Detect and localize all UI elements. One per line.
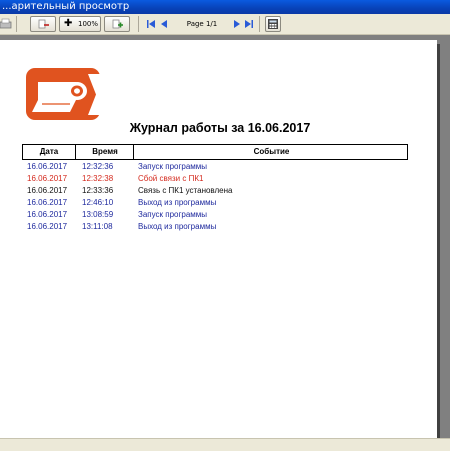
toolbar-separator [138,16,139,32]
calculator-icon [268,19,278,29]
row-event: Выход из программы [138,198,217,207]
table-row: 16.06.2017 12:46:10 Выход из программы [0,197,437,209]
first-page-button[interactable] [146,16,156,32]
preview-area[interactable]: Журнал работы за 16.06.2017 Дата Время С… [0,35,450,438]
zoom-level-button[interactable]: ✚ 100% [59,16,101,32]
printer-icon[interactable] [0,16,12,32]
row-date: 16.06.2017 [27,174,68,183]
zoom-out-icon [38,19,49,29]
calculator-button[interactable] [265,16,281,32]
table-row: 16.06.2017 13:08:59 Запуск программы [0,209,437,221]
next-page-icon [234,20,240,28]
row-date: 16.06.2017 [27,222,68,231]
row-time: 13:08:59 [82,210,114,219]
row-event: Связь с ПК1 установлена [138,186,233,195]
toolbar-separator [16,16,17,32]
row-event: Выход из программы [138,222,217,231]
horizontal-scrollbar[interactable] [0,438,450,451]
row-event: Сбой связи с ПК1 [138,174,204,183]
row-time: 12:32:38 [82,174,114,183]
table-row: 16.06.2017 13:11:08 Выход из программы [0,221,437,233]
row-time: 13:11:08 [82,222,113,231]
table-row: 16.06.2017 12:32:36 Запуск программы [0,161,437,173]
log-table: 16.06.2017 12:32:36 Запуск программы 16.… [0,161,437,233]
prev-page-icon [161,20,167,28]
zoom-in-button[interactable] [104,16,130,32]
first-page-icon [147,20,155,28]
row-time: 12:33:36 [82,186,114,195]
row-date: 16.06.2017 [27,198,68,207]
column-header-time: Время [75,145,134,159]
row-event: Запуск программы [138,210,208,219]
row-date: 16.06.2017 [27,162,68,171]
last-page-button[interactable] [244,16,254,32]
report-title: Журнал работы за 16.06.2017 [129,121,311,135]
row-date: 16.06.2017 [27,210,68,219]
zoom-level-label: 100% [78,20,99,28]
column-header-date: Дата [39,147,59,156]
preview-toolbar: ✚ 100% Page 1/1 [0,14,450,35]
row-date: 16.06.2017 [27,186,68,195]
next-page-button[interactable] [232,16,242,32]
zoom-in-icon [112,19,123,29]
zoom-out-button[interactable] [30,16,56,32]
window-titlebar: ...арительный просмотр [0,0,450,14]
page-indicator: Page 1/1 [186,20,218,28]
zoom-pin-icon: ✚ [64,18,73,29]
report-page: Журнал работы за 16.06.2017 Дата Время С… [0,40,437,438]
row-time: 12:32:36 [82,162,114,171]
table-row: 16.06.2017 12:32:38 Сбой связи с ПК1 [0,173,437,185]
table-header: Дата Время Событие [22,144,408,160]
page-shadow [437,44,440,438]
window-title: ...арительный просмотр [2,1,130,12]
last-page-icon [245,20,253,28]
toolbar-separator [259,16,260,32]
column-header-event: Событие [133,145,409,159]
row-time: 12:46:10 [82,198,114,207]
prev-page-button[interactable] [159,16,169,32]
row-event: Запуск программы [138,162,208,171]
company-logo [24,66,104,123]
table-row: 16.06.2017 12:33:36 Связь с ПК1 установл… [0,185,437,197]
